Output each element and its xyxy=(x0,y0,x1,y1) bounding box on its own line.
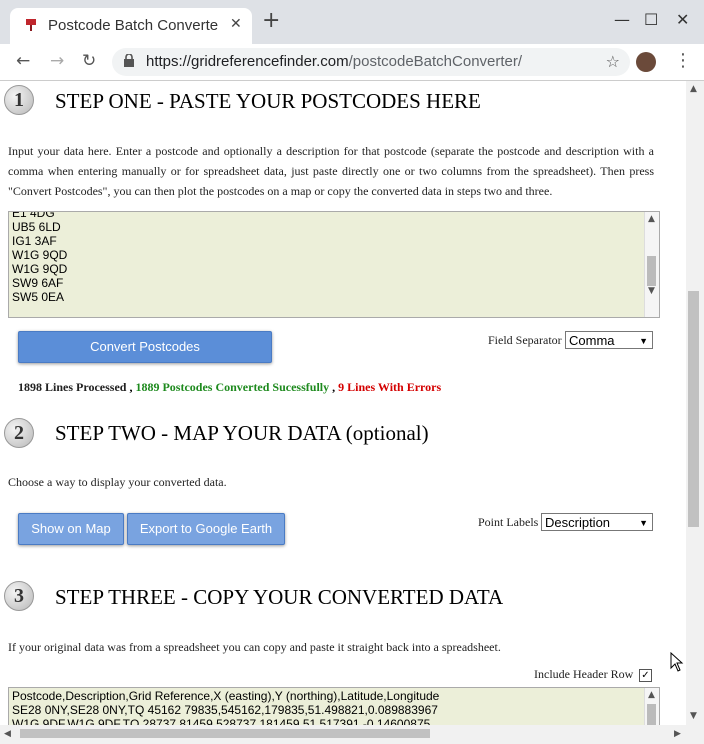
output-scrollbar[interactable]: ▲ xyxy=(644,688,659,725)
lines-with-errors: 9 Lines With Errors xyxy=(338,380,442,394)
point-labels-label: Point Labels xyxy=(478,515,539,529)
scroll-left-icon[interactable]: ◀ xyxy=(4,729,11,739)
scroll-up-icon[interactable]: ▲ xyxy=(690,84,697,94)
output-line: Postcode,Description,Grid Reference,X (e… xyxy=(12,689,440,703)
back-icon[interactable]: ← xyxy=(16,51,30,71)
reload-icon[interactable]: ↻ xyxy=(82,51,96,71)
point-labels-select[interactable]: Description ▼ xyxy=(541,513,653,531)
minimize-icon[interactable]: — xyxy=(614,10,630,29)
url-text: https://gridreferencefinder.com/postcode… xyxy=(146,53,523,70)
field-separator-select[interactable]: Comma ▼ xyxy=(565,331,653,349)
browser-tab-bar: Postcode Batch Converte ✕ + — ☐ ✕ xyxy=(0,0,704,44)
converted-output-lines: Postcode,Description,Grid Reference,X (e… xyxy=(12,689,439,725)
postcode-line: W1G 9QD xyxy=(12,248,68,262)
textarea-scrollbar[interactable]: ▲ ▼ xyxy=(644,212,659,317)
step-three-instructions: If your original data was from a spreads… xyxy=(8,640,501,654)
point-labels-value: Description xyxy=(545,515,611,530)
conversion-stats: 1898 Lines Processed , 1889 Postcodes Co… xyxy=(18,380,442,394)
scroll-down-icon[interactable]: ▼ xyxy=(690,711,697,721)
step-one-heading: STEP ONE - PASTE YOUR POSTCODES HERE xyxy=(55,89,481,113)
address-bar[interactable]: https://gridreferencefinder.com/postcode… xyxy=(112,48,630,76)
window-close-icon[interactable]: ✕ xyxy=(676,10,689,29)
lines-processed: 1898 Lines Processed xyxy=(18,380,127,394)
converted-output-textarea[interactable]: Postcode,Description,Grid Reference,X (e… xyxy=(8,687,660,725)
step-two-instructions: Choose a way to display your converted d… xyxy=(8,475,227,489)
pushpin-favicon-icon xyxy=(26,19,36,31)
browser-toolbar: ← → ↻ https://gridreferencefinder.com/po… xyxy=(0,44,704,81)
mouse-cursor-icon xyxy=(670,652,684,672)
profile-avatar[interactable] xyxy=(636,52,656,72)
step-three-number-badge: 3 xyxy=(4,581,34,611)
step-two-heading: STEP TWO - MAP YOUR DATA (optional) xyxy=(55,421,429,445)
page-vertical-scrollbar[interactable]: ▲ ▼ xyxy=(686,81,704,725)
lock-icon xyxy=(124,54,134,67)
output-scroll-thumb[interactable] xyxy=(647,704,656,725)
textarea-scroll-thumb[interactable] xyxy=(647,256,656,286)
new-tab-icon[interactable]: + xyxy=(262,10,280,32)
page-horizontal-scrollbar[interactable]: ◀ ▶ xyxy=(0,725,704,744)
field-separator-value: Comma xyxy=(569,333,615,348)
postcode-line: W1G 9QD xyxy=(12,262,68,276)
postcode-line: SW9 6AF xyxy=(12,276,64,290)
include-header-row-checkbox[interactable]: ✓ xyxy=(639,669,652,682)
postcode-line: E1 4DG xyxy=(12,211,55,220)
menu-kebab-icon[interactable]: ⋮ xyxy=(674,50,692,71)
horizontal-scroll-thumb[interactable] xyxy=(20,729,430,738)
include-header-row-label: Include Header Row xyxy=(534,667,634,681)
scroll-right-icon[interactable]: ▶ xyxy=(674,729,681,739)
maximize-icon[interactable]: ☐ xyxy=(644,10,658,29)
output-line: W1G 9DF,W1G 9DF,TQ 28737 81459,528737,18… xyxy=(12,717,431,725)
tab-title: Postcode Batch Converte xyxy=(48,17,219,34)
step-two-number-badge: 2 xyxy=(4,418,34,448)
page-scroll-thumb[interactable] xyxy=(688,291,699,527)
export-google-earth-button[interactable]: Export to Google Earth xyxy=(127,513,285,545)
chevron-down-icon: ▼ xyxy=(639,518,648,528)
postcode-input-textarea[interactable]: E1 4DG UB5 6LD IG1 3AF W1G 9QD W1G 9QD SW9 6A… xyxy=(8,211,660,318)
convert-postcodes-button[interactable]: Convert Postcodes xyxy=(18,331,272,363)
step-three-heading: STEP THREE - COPY YOUR CONVERTED DATA xyxy=(55,585,504,609)
show-on-map-button[interactable]: Show on Map xyxy=(18,513,124,545)
forward-icon[interactable]: → xyxy=(50,51,64,71)
postcode-line: SW5 0EA xyxy=(12,290,65,304)
page-content: 1 STEP ONE - PASTE YOUR POSTCODES HERE I… xyxy=(0,81,686,725)
postcode-line: IG1 3AF xyxy=(12,234,57,248)
scroll-down-icon[interactable]: ▼ xyxy=(648,286,655,296)
step-one-number-badge: 1 xyxy=(4,85,34,115)
tab-close-icon[interactable]: ✕ xyxy=(230,16,242,32)
postcodes-converted: 1889 Postcodes Converted Sucessfully xyxy=(135,380,330,394)
step-one-instructions: Input your data here. Enter a postcode a… xyxy=(8,144,654,198)
postcode-input-lines: E1 4DG UB5 6LD IG1 3AF W1G 9QD W1G 9QD SW9 6A… xyxy=(12,211,68,304)
field-separator-label: Field Separator xyxy=(488,333,562,347)
postcode-line: UB5 6LD xyxy=(12,220,61,234)
browser-tab[interactable]: Postcode Batch Converte ✕ xyxy=(10,8,252,44)
output-line: SE28 0NY,SE28 0NY,TQ 45162 79835,545162,… xyxy=(12,703,438,717)
bookmark-star-icon[interactable]: ☆ xyxy=(606,52,620,71)
scroll-up-icon[interactable]: ▲ xyxy=(648,214,655,224)
chevron-down-icon: ▼ xyxy=(639,336,648,346)
scroll-up-icon[interactable]: ▲ xyxy=(648,690,655,700)
